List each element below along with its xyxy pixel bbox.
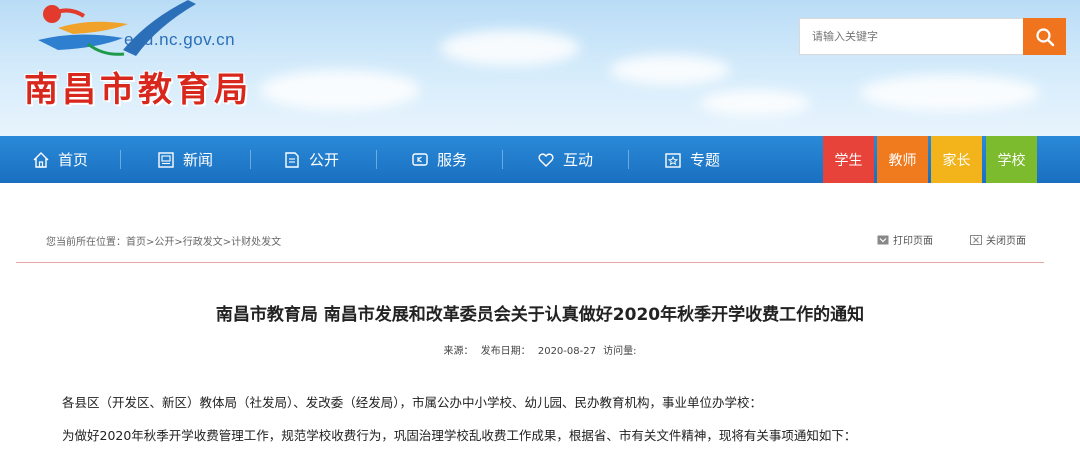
- document-icon: [285, 151, 299, 168]
- breadcrumb-separator: >: [174, 237, 183, 248]
- role-tab-label: 教师: [888, 152, 917, 169]
- nav-label-service: 服务: [437, 151, 468, 169]
- nav-divider: [376, 150, 377, 169]
- breadcrumb-link-finance-docs[interactable]: 计财处发文: [231, 237, 281, 248]
- close-page-label: 关闭页面: [986, 236, 1026, 247]
- nav-divider: [628, 150, 629, 169]
- site-header: edu.nc.gov.cn 南昌市教育局: [0, 0, 1080, 136]
- site-url: edu.nc.gov.cn: [124, 30, 236, 49]
- nav-label-topic: 专题: [690, 151, 721, 169]
- nav-item-home[interactable]: 首页: [32, 136, 88, 183]
- close-icon: [970, 234, 982, 245]
- breadcrumb-row: 您当前所在位置：首页>公开>行政发文>计财处发文 打印页面 关闭页面: [0, 226, 1080, 256]
- nav-label-interact: 互动: [563, 151, 594, 169]
- date-label: 发布日期：: [480, 346, 531, 357]
- article-paragraph: 各县区（开发区、新区）教体局（社发局）、发改委（经发局），市属公办中小学校、幼儿…: [62, 395, 763, 410]
- content-divider: [16, 262, 1044, 263]
- nav-label-public: 公开: [309, 151, 340, 169]
- topic-icon: [665, 152, 681, 168]
- role-tab-label: 家长: [942, 152, 971, 169]
- search-input[interactable]: [799, 18, 1023, 55]
- nav-divider: [502, 150, 503, 169]
- search-icon: [1035, 27, 1054, 46]
- nav-item-news[interactable]: 新闻: [157, 136, 213, 183]
- print-page-button[interactable]: 打印页面: [877, 232, 933, 247]
- role-tab-student[interactable]: 学生: [823, 136, 874, 183]
- search-button[interactable]: [1023, 18, 1066, 55]
- role-tab-label: 学生: [834, 152, 863, 169]
- source-label: 来源：: [443, 346, 474, 357]
- nav-item-service[interactable]: 服务: [411, 136, 467, 183]
- role-tab-label: 学校: [997, 152, 1026, 169]
- close-page-button[interactable]: 关闭页面: [970, 232, 1026, 247]
- article-title: 南昌市教育局 南昌市发展和改革委员会关于认真做好2020年秋季开学收费工作的通知: [215, 305, 865, 325]
- article-meta: 来源： 发布日期： 2020-08-27 访问量:: [0, 342, 1080, 357]
- breadcrumb: 您当前所在位置：首页>公开>行政发文>计财处发文: [46, 233, 281, 248]
- heart-icon: [538, 152, 554, 167]
- nav-item-public[interactable]: 公开: [283, 136, 339, 183]
- nav-divider: [120, 150, 121, 169]
- site-title[interactable]: 南昌市教育局: [24, 62, 252, 111]
- views-label: 访问量:: [603, 346, 637, 357]
- print-page-label: 打印页面: [893, 236, 933, 247]
- nav-item-interact[interactable]: 互动: [537, 136, 593, 183]
- home-icon: [33, 151, 49, 168]
- role-tab-teacher[interactable]: 教师: [877, 136, 928, 183]
- breadcrumb-link-public[interactable]: 公开: [154, 237, 174, 248]
- service-icon: [412, 152, 428, 166]
- nav-label-home: 首页: [58, 151, 89, 169]
- news-icon: [158, 151, 174, 168]
- role-tab-parent[interactable]: 家长: [931, 136, 982, 183]
- nav-divider: [250, 150, 251, 169]
- role-tab-school[interactable]: 学校: [986, 136, 1037, 183]
- breadcrumb-prefix: 您当前所在位置：: [46, 237, 126, 248]
- nav-item-topic[interactable]: 专题: [664, 136, 720, 183]
- breadcrumb-separator: >: [222, 237, 232, 248]
- article-paragraph: 为做好2020年秋季开学收费管理工作，规范学校收费行为，巩固治理学校乱收费工作成…: [62, 428, 857, 443]
- publish-date: 2020-08-27: [537, 346, 596, 357]
- print-icon: [877, 235, 889, 244]
- breadcrumb-link-home[interactable]: 首页: [126, 237, 146, 248]
- breadcrumb-link-admin-docs[interactable]: 行政发文: [183, 237, 223, 248]
- nav-label-news: 新闻: [183, 151, 214, 169]
